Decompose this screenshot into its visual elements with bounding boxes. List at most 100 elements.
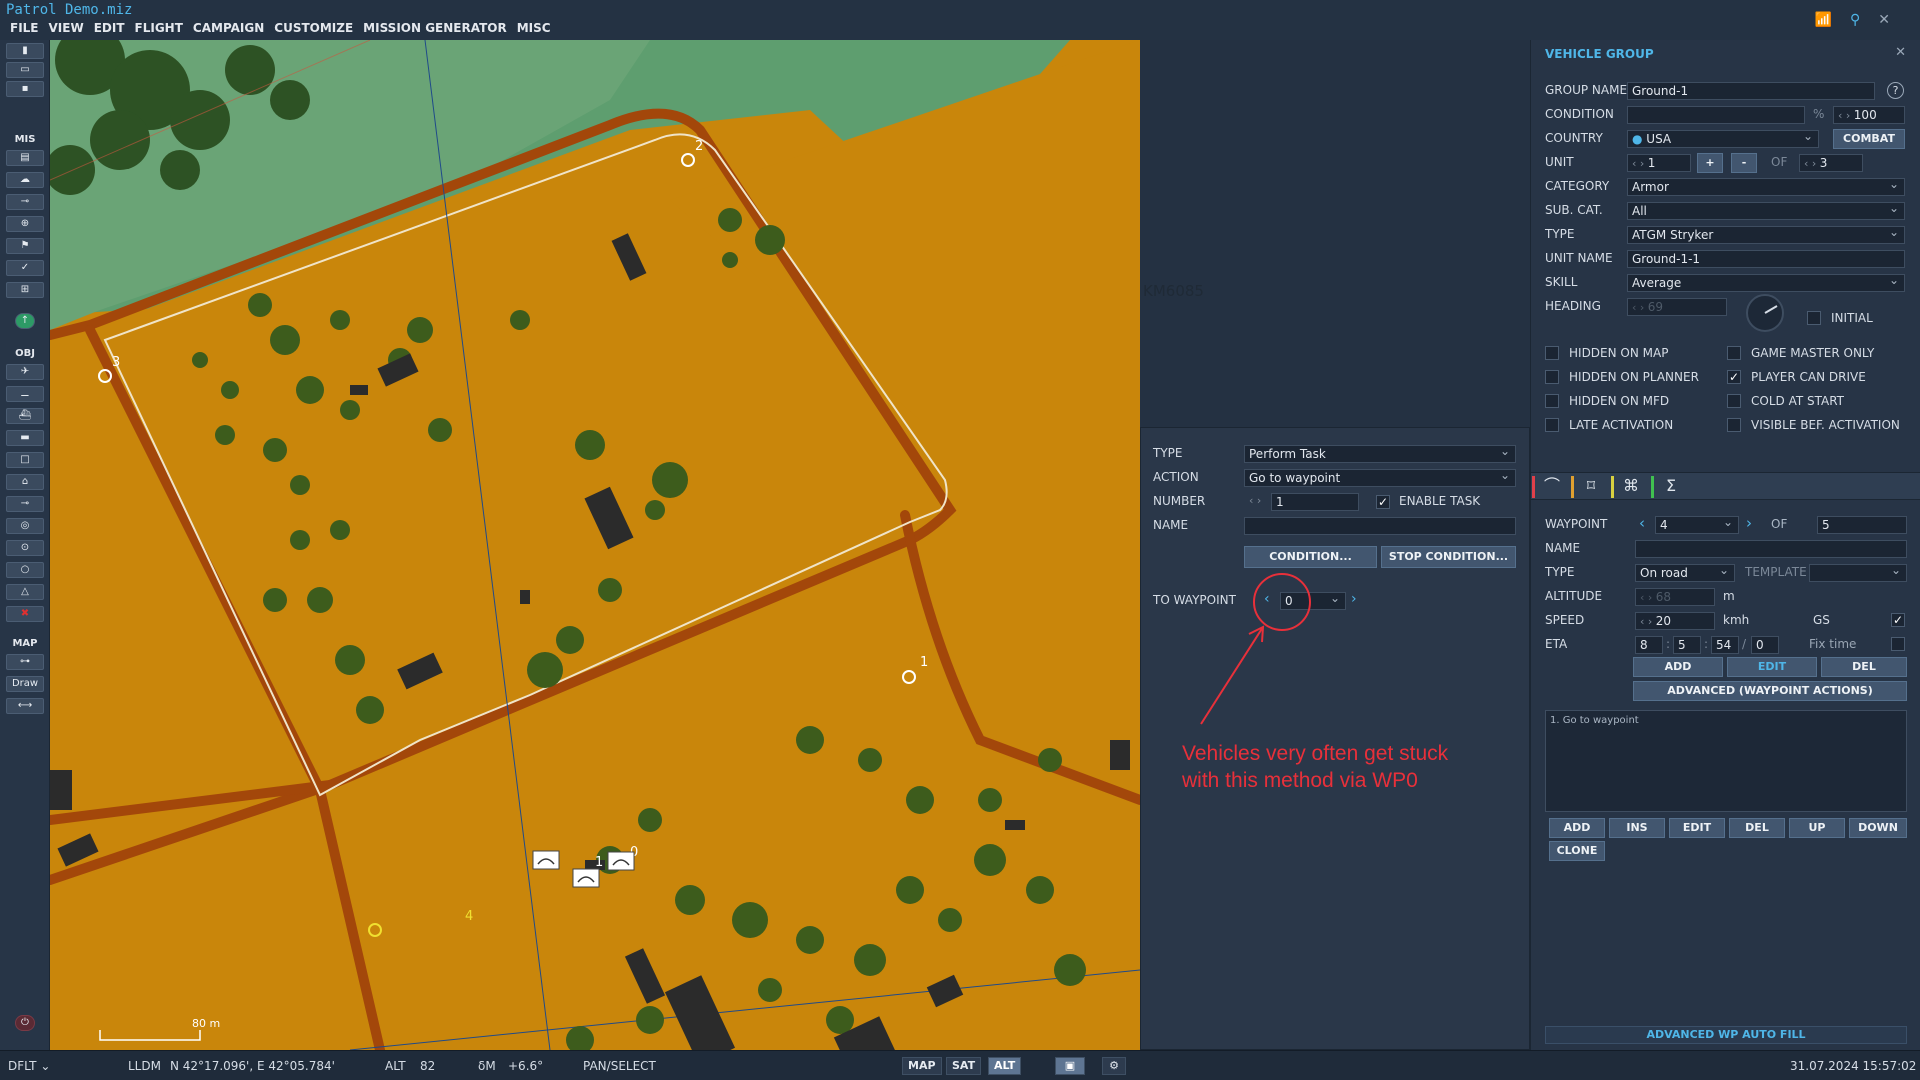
menu-mission-generator[interactable]: MISSION GENERATOR xyxy=(363,21,507,35)
check-icon[interactable]: ✓ xyxy=(6,260,44,276)
wp-add-button[interactable]: ADD xyxy=(1633,657,1723,677)
action-del-button[interactable]: DEL xyxy=(1729,818,1785,838)
map-mode-button[interactable]: MAP xyxy=(902,1057,942,1075)
subcat-dropdown[interactable]: All xyxy=(1627,202,1905,220)
action-clone-button[interactable]: CLONE xyxy=(1549,841,1605,861)
menu-flight[interactable]: FLIGHT xyxy=(135,21,183,35)
action-down-button[interactable]: DOWN xyxy=(1849,818,1907,838)
ground-unit-icon[interactable]: ▬ xyxy=(6,430,44,446)
shapes-icon[interactable]: △ xyxy=(6,584,44,600)
draw-button[interactable]: Draw xyxy=(6,676,44,692)
map-canvas[interactable]: 0 1 2 3 4 1 xyxy=(50,40,1140,1050)
unit-add-button[interactable]: + xyxy=(1697,153,1723,173)
group-name-field[interactable]: Ground-1 xyxy=(1627,82,1875,100)
wp-del-button[interactable]: DEL xyxy=(1821,657,1907,677)
helicopter-icon[interactable]: ⚊ xyxy=(6,386,44,402)
hidden-on-planner-checkbox[interactable] xyxy=(1545,370,1559,384)
waypoint-dropdown[interactable]: 4 xyxy=(1655,516,1739,534)
wp-type-dropdown[interactable]: On road xyxy=(1635,564,1735,582)
heading-dial-icon[interactable] xyxy=(1745,293,1785,333)
template-dropdown[interactable] xyxy=(1809,564,1907,582)
altitude-field[interactable]: ‹ › 68 xyxy=(1635,588,1715,606)
menu-misc[interactable]: MISC xyxy=(517,21,551,35)
waypoint-next-icon[interactable]: › xyxy=(1746,514,1752,532)
action-up-button[interactable]: UP xyxy=(1789,818,1845,838)
help-icon[interactable]: ? xyxy=(1887,82,1904,99)
category-dropdown[interactable]: Armor xyxy=(1627,178,1905,196)
condition-stepper-arrows-icon[interactable]: ‹ › xyxy=(1838,109,1854,122)
triggers-icon[interactable]: ⊸ xyxy=(6,194,44,210)
delete-icon[interactable]: ✖ xyxy=(6,606,44,622)
unit-stepper[interactable]: ‹ › 1 xyxy=(1627,154,1691,172)
unit-total-arrows-icon[interactable]: ‹ › xyxy=(1804,157,1820,170)
up-arrow-icon[interactable]: ↑ xyxy=(15,313,35,329)
briefing-icon[interactable]: ▤ xyxy=(6,150,44,166)
speed-arrows-icon[interactable]: ‹ › xyxy=(1640,615,1656,628)
sigma-icon[interactable]: Σ xyxy=(1654,473,1688,501)
menu-campaign[interactable]: CAMPAIGN xyxy=(193,21,264,35)
target-icon[interactable]: ⌑ xyxy=(1574,473,1608,501)
power-icon[interactable]: ⏻ xyxy=(15,1015,35,1031)
static-object-icon[interactable]: □ xyxy=(6,452,44,468)
condition-stepper[interactable]: ‹ › 100 xyxy=(1833,106,1905,124)
action-list[interactable]: 1. Go to waypoint xyxy=(1545,710,1907,812)
wp-name-field[interactable] xyxy=(1635,540,1907,558)
action-add-button[interactable]: ADD xyxy=(1549,818,1605,838)
close-icon[interactable]: ✕ xyxy=(1878,12,1890,28)
new-file-icon[interactable]: ▮ xyxy=(6,43,44,59)
altitude-arrows-icon[interactable]: ‹ › xyxy=(1640,591,1656,604)
initial-checkbox[interactable] xyxy=(1807,311,1821,325)
advanced-waypoint-actions-button[interactable]: ADVANCED (WAYPOINT ACTIONS) xyxy=(1633,681,1907,701)
eta-hours[interactable]: 8 xyxy=(1635,636,1663,654)
eta-minutes[interactable]: 5 xyxy=(1673,636,1701,654)
action-edit-button[interactable]: EDIT xyxy=(1669,818,1725,838)
alt-mode-button[interactable]: ALT xyxy=(988,1057,1022,1075)
hidden-on-mfd-checkbox[interactable] xyxy=(1545,394,1559,408)
bullseye-icon[interactable]: ⊙ xyxy=(6,540,44,556)
player-can-drive-checkbox[interactable]: ✓ xyxy=(1727,370,1741,384)
ruler-icon[interactable]: ⊶ xyxy=(6,654,44,670)
menu-edit[interactable]: EDIT xyxy=(94,21,125,35)
save-icon[interactable]: ▪ xyxy=(6,81,44,97)
panel-close-icon[interactable]: ✕ xyxy=(1895,45,1906,60)
cold-at-start-checkbox[interactable] xyxy=(1727,394,1741,408)
zone-line-icon[interactable]: ⊸ xyxy=(6,496,44,512)
ship-icon[interactable]: ⛴ xyxy=(6,408,44,424)
circle-zone-icon[interactable]: ◎ xyxy=(6,518,44,534)
menu-file[interactable]: FILE xyxy=(10,21,39,35)
unit-stepper-arrows-icon[interactable]: ‹ › xyxy=(1632,157,1648,170)
country-dropdown[interactable]: ● USA xyxy=(1627,130,1819,148)
coord-mode[interactable]: LLDM xyxy=(128,1059,161,1073)
heading-arrows-icon[interactable]: ‹ › xyxy=(1632,301,1648,314)
unit-remove-button[interactable]: - xyxy=(1731,153,1757,173)
airplane-icon[interactable]: ✈ xyxy=(6,364,44,380)
fix-time-checkbox[interactable] xyxy=(1891,637,1905,651)
eta-seconds[interactable]: 54 xyxy=(1711,636,1739,654)
weather-icon[interactable]: ☁ xyxy=(6,172,44,188)
eta-days[interactable]: 0 xyxy=(1751,636,1779,654)
unit-total-field[interactable]: ‹ › 3 xyxy=(1799,154,1863,172)
wp-edit-button[interactable]: EDIT xyxy=(1727,657,1817,677)
waypoint-prev-icon[interactable]: ‹ xyxy=(1639,514,1645,532)
settings-icon[interactable]: ⚙ xyxy=(1102,1057,1126,1075)
menu-view[interactable]: VIEW xyxy=(49,21,84,35)
route-icon[interactable]: ⌒ xyxy=(1535,473,1569,501)
skill-dropdown[interactable]: Average xyxy=(1627,274,1905,292)
unit-name-field[interactable]: Ground-1-1 xyxy=(1627,250,1905,268)
action-list-item[interactable]: 1. Go to waypoint xyxy=(1546,711,1906,730)
profile-dropdown[interactable]: DFLT ⌄ xyxy=(8,1059,50,1073)
map-view[interactable]: 0 1 2 3 4 1 80 m xyxy=(50,40,1140,1050)
sat-mode-button[interactable]: SAT xyxy=(946,1057,982,1075)
resource-icon[interactable]: ⊞ xyxy=(6,282,44,298)
action-ins-button[interactable]: INS xyxy=(1609,818,1665,838)
flag-icon[interactable]: ⚑ xyxy=(6,238,44,254)
menu-customize[interactable]: CUSTOMIZE xyxy=(274,21,353,35)
hidden-on-map-checkbox[interactable] xyxy=(1545,346,1559,360)
visible-bef-activation-checkbox[interactable] xyxy=(1727,418,1741,432)
heading-field[interactable]: ‹ › 69 xyxy=(1627,298,1727,316)
combat-button[interactable]: COMBAT xyxy=(1833,129,1905,149)
gs-checkbox[interactable]: ✓ xyxy=(1891,613,1905,627)
advanced-wp-auto-fill-button[interactable]: ADVANCED WP AUTO FILL xyxy=(1545,1026,1907,1044)
measure-icon[interactable]: ⟷ xyxy=(6,698,44,714)
game-master-only-checkbox[interactable] xyxy=(1727,346,1741,360)
